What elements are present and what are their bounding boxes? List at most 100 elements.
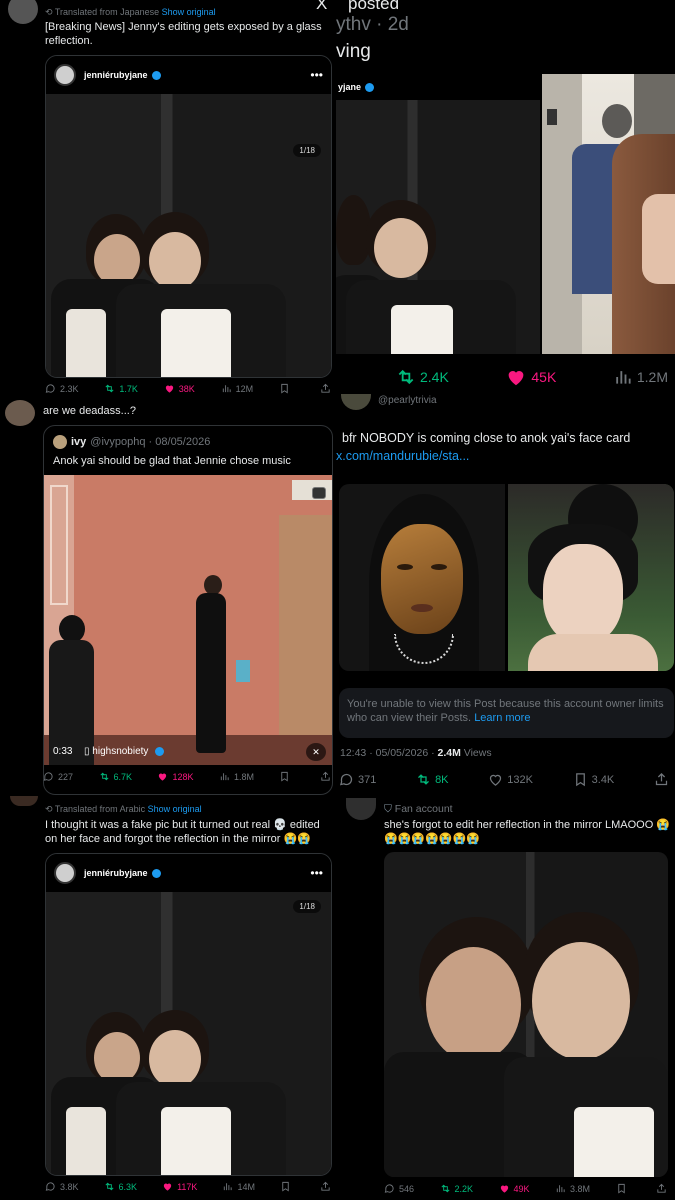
like-count: 38K (178, 383, 195, 394)
embed-username: jenniérubyjane (84, 868, 148, 878)
views-icon (224, 1183, 233, 1191)
avatar[interactable] (10, 796, 38, 806)
show-original-link[interactable]: Show original (148, 804, 202, 814)
action-bar: 371 8K 132K 3.4K (339, 772, 673, 787)
share-button[interactable] (656, 1183, 671, 1194)
photo[interactable] (542, 74, 675, 354)
repost-button[interactable]: 2.2K (440, 1183, 474, 1194)
repost-count: 2.4K (420, 369, 449, 385)
share-icon (657, 1183, 666, 1193)
share-icon (321, 1181, 330, 1191)
bookmark-button[interactable] (280, 1181, 295, 1192)
photo[interactable] (384, 852, 668, 1177)
avatar[interactable] (5, 400, 35, 426)
like-button[interactable]: 38K (164, 383, 195, 394)
heart-icon (490, 774, 502, 786)
action-bar: 227 6.7K 128K 1.8M (43, 771, 335, 782)
quote-header: ivy @ivypophq · 08/05/2026 (53, 435, 210, 449)
bookmark-button[interactable]: 3.4K (573, 772, 615, 787)
like-count: 49K (513, 1183, 530, 1194)
post-link[interactable]: x.com/mandurubie/sta... (336, 449, 469, 463)
embed-username: yjane (338, 82, 362, 92)
photo[interactable] (336, 100, 540, 354)
bookmark-button[interactable] (279, 383, 294, 394)
reply-button[interactable]: 546 (384, 1183, 414, 1194)
quoted-post[interactable]: ivy @ivypophq · 08/05/2026 Anok yai shou… (43, 425, 333, 795)
bookmark-button[interactable] (616, 1183, 631, 1194)
verified-icon (151, 70, 161, 80)
learn-more-link[interactable]: Learn more (474, 712, 530, 724)
view-count: 3.8M (570, 1183, 591, 1194)
view-count: 14M (237, 1181, 255, 1192)
heart-icon (159, 773, 167, 781)
photo[interactable]: 1/18 (46, 94, 331, 377)
views-icon (556, 1185, 565, 1193)
more-icon[interactable]: ••• (310, 866, 323, 880)
shield-icon: ⛉ (384, 803, 395, 815)
share-icon (321, 771, 330, 781)
like-button[interactable]: 132K (488, 772, 533, 787)
restricted-notice: You're unable to view this Post because … (339, 688, 674, 738)
instagram-embed[interactable]: yjane (336, 74, 540, 354)
quote-text: Anok yai should be glad that Jennie chos… (53, 455, 291, 467)
video-settings-icon[interactable] (312, 487, 326, 499)
share-button[interactable] (320, 383, 335, 394)
instagram-embed[interactable]: jenniérubyjane ••• 1/18 (45, 55, 332, 378)
photo[interactable] (339, 484, 505, 671)
like-count: 132K (507, 773, 533, 786)
repost-button[interactable]: 2.4K (396, 366, 449, 388)
avatar[interactable] (8, 0, 38, 24)
embed-avatar (54, 862, 76, 884)
verified-icon (365, 82, 375, 92)
like-button[interactable]: 128K (157, 771, 194, 782)
mute-icon[interactable]: ✕ (306, 743, 326, 761)
reply-icon (384, 1184, 394, 1193)
reply-button[interactable]: 3.8K (45, 1181, 79, 1192)
share-button[interactable] (320, 771, 335, 782)
views-button[interactable]: 1.8M (219, 771, 254, 782)
post-text: bfr NOBODY is coming close to anok yai's… (342, 431, 631, 445)
video[interactable]: 0:33 ▯ highsnobiety ✕ (44, 475, 332, 765)
heart-icon (500, 1185, 508, 1193)
photo[interactable]: 1/18 (46, 892, 331, 1175)
translation-note: ⟲ Translated from Japanese Show original (45, 7, 216, 17)
more-icon[interactable]: ••• (310, 68, 323, 82)
bookmark-icon (281, 771, 289, 782)
reply-button[interactable]: 227 (43, 771, 73, 782)
restricted-text: You're unable to view this Post because … (347, 698, 664, 724)
views-button[interactable]: 3.8M (555, 1183, 590, 1194)
reply-button[interactable]: 2.3K (45, 383, 79, 394)
views-icon (220, 773, 229, 781)
like-button[interactable]: 49K (499, 1183, 530, 1194)
like-button[interactable]: 45K (505, 366, 556, 388)
action-bar: 2.3K 1.7K 38K 12M (45, 383, 335, 394)
photo[interactable] (508, 484, 674, 671)
repost-icon (100, 772, 108, 781)
views-button[interactable]: 12M (221, 383, 253, 394)
share-button[interactable] (320, 1181, 335, 1192)
like-count: 45K (531, 369, 557, 385)
show-original-link[interactable]: Show original (162, 7, 216, 17)
handle: @pearlytrivia (378, 395, 437, 406)
repost-button[interactable]: 6.3K (104, 1181, 137, 1192)
like-button[interactable]: 117K (162, 1181, 197, 1192)
repost-button[interactable]: 1.7K (104, 383, 138, 394)
share-button[interactable] (654, 772, 673, 787)
repost-button[interactable]: 6.7K (99, 771, 132, 782)
verified-icon (151, 868, 161, 878)
avatar[interactable] (341, 394, 371, 410)
views-button[interactable]: 1.2M (613, 366, 668, 388)
action-bar: 3.8K 6.3K 117K 14M (45, 1181, 335, 1192)
bookmark-count: 3.4K (591, 773, 615, 786)
embed-username: jenniérubyjane (84, 70, 148, 80)
bookmark-button[interactable] (279, 771, 294, 782)
reply-button[interactable]: 371 (339, 772, 376, 787)
avatar[interactable] (346, 798, 376, 820)
instagram-embed[interactable]: jenniérubyjane ••• 1/18 (45, 853, 332, 1176)
repost-button[interactable]: 8K (416, 772, 449, 787)
translate-icon: ⟲ (45, 7, 55, 17)
reply-count: 227 (58, 771, 74, 782)
repost-count: 2.2K (454, 1183, 474, 1194)
embed-header: jenniérubyjane ••• (46, 56, 331, 94)
views-button[interactable]: 14M (222, 1181, 255, 1192)
